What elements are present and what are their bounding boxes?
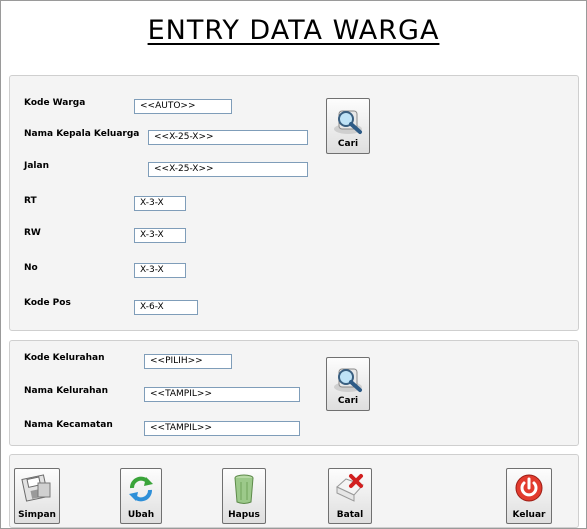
ubah-label: Ubah <box>127 510 155 520</box>
nama-kelurahan-label: Nama Kelurahan <box>24 386 109 396</box>
nama-kk-label: Nama Kepala Keluarga <box>24 129 140 139</box>
batal-label: Batal <box>336 510 364 520</box>
no-label: No <box>24 263 38 273</box>
warga-panel: Kode Warga <<AUTO>> Nama Kepala Keluarga… <box>9 75 579 331</box>
floppy-save-icon <box>20 473 54 509</box>
nama-kecamatan-label: Nama Kecamatan <box>24 420 113 430</box>
page-title: ENTRY DATA WARGA <box>147 15 440 46</box>
cancel-icon <box>334 473 366 509</box>
entry-data-warga-window: ENTRY DATA WARGA Kode Warga <<AUTO>> Nam… <box>0 0 587 529</box>
cari-warga-button[interactable]: Cari <box>326 98 370 154</box>
cari-kelurahan-button[interactable]: Cari <box>326 357 370 411</box>
hapus-label: Hapus <box>228 510 260 520</box>
simpan-button[interactable]: Simpan <box>14 468 60 524</box>
rt-label: RT <box>24 196 37 206</box>
nama-kk-field[interactable]: <<X-25-X>> <box>148 130 308 145</box>
rw-field[interactable]: X-3-X <box>134 228 186 243</box>
nama-kecamatan-field[interactable]: <<TAMPIL>> <box>144 421 300 436</box>
rw-label: RW <box>24 228 41 238</box>
keluar-button[interactable]: Keluar <box>506 468 552 524</box>
ubah-button[interactable]: Ubah <box>120 468 162 524</box>
kode-pos-label: Kode Pos <box>24 298 71 308</box>
action-panel: Simpan Ubah Hapus Batal Keluar <box>9 454 579 528</box>
title-area: ENTRY DATA WARGA <box>1 1 586 71</box>
kode-warga-field[interactable]: <<AUTO>> <box>134 99 232 114</box>
cari-kelurahan-label: Cari <box>337 396 359 406</box>
kode-kelurahan-field[interactable]: <<PILIH>> <box>144 354 232 369</box>
search-icon <box>331 363 365 397</box>
search-icon <box>331 105 365 139</box>
kode-kelurahan-label: Kode Kelurahan <box>24 353 105 363</box>
nama-kelurahan-field[interactable]: <<TAMPIL>> <box>144 387 300 402</box>
power-icon <box>514 473 544 507</box>
kode-pos-field[interactable]: X-6-X <box>134 300 198 315</box>
no-field[interactable]: X-3-X <box>134 263 186 278</box>
jalan-label: Jalan <box>24 161 49 171</box>
jalan-field[interactable]: <<X-25-X>> <box>148 162 308 177</box>
keluar-label: Keluar <box>512 510 546 520</box>
refresh-icon <box>126 474 156 508</box>
batal-button[interactable]: Batal <box>328 468 372 524</box>
simpan-label: Simpan <box>18 510 56 520</box>
hapus-button[interactable]: Hapus <box>222 468 266 524</box>
kode-warga-label: Kode Warga <box>24 98 86 108</box>
trash-icon <box>231 473 257 509</box>
kelurahan-panel: Kode Kelurahan <<PILIH>> Nama Kelurahan … <box>9 340 579 446</box>
cari-warga-label: Cari <box>337 139 359 149</box>
rt-field[interactable]: X-3-X <box>134 196 186 211</box>
